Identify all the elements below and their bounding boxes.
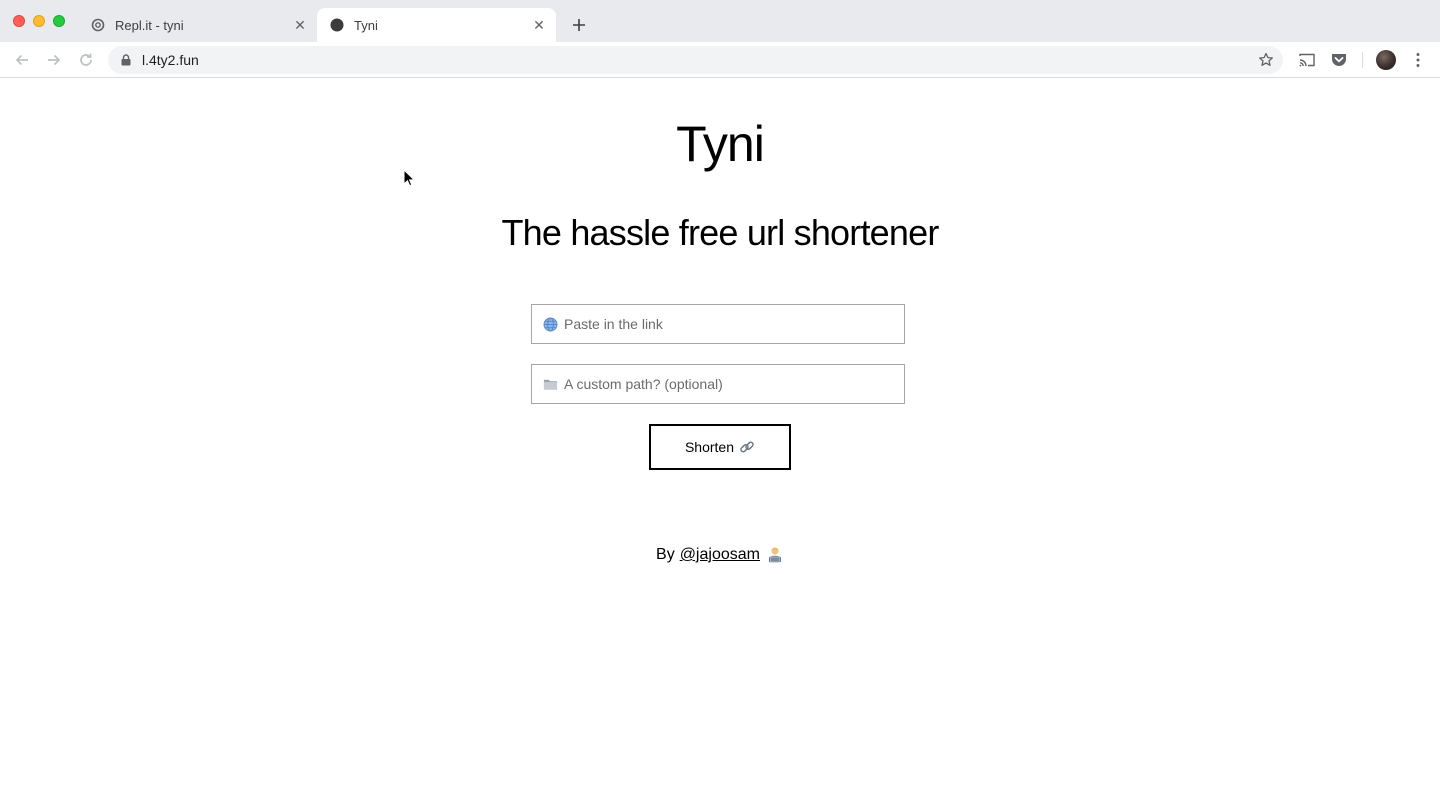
technologist-icon: [766, 546, 784, 564]
tab-strip: Repl.it - tyni ✕ Tyni ✕: [0, 0, 1440, 42]
minimize-window-button[interactable]: [33, 15, 45, 27]
replit-icon: [90, 17, 106, 33]
shorten-button[interactable]: Shorten: [649, 424, 791, 470]
forward-arrow-icon[interactable]: [42, 48, 66, 72]
custom-path-input[interactable]: A custom path? (optional): [531, 364, 905, 404]
page-title: Tyni: [676, 116, 765, 172]
byline-prefix: By: [656, 546, 675, 563]
toolbar-divider: [1362, 52, 1363, 68]
browser-toolbar: l.4ty2.fun: [0, 42, 1440, 78]
maximize-window-button[interactable]: [53, 15, 65, 27]
shorten-button-label: Shorten: [684, 439, 735, 455]
folder-icon: [543, 376, 559, 392]
link-input-placeholder: Paste in the link: [564, 316, 663, 332]
page-content: Tyni The hassle free url shortener Paste…: [0, 79, 1440, 803]
pocket-icon[interactable]: [1329, 50, 1349, 70]
close-window-button[interactable]: [13, 15, 25, 27]
globe-icon: [543, 316, 559, 332]
link-icon: [739, 439, 755, 455]
mouse-cursor: [403, 168, 416, 188]
cast-icon[interactable]: [1297, 50, 1317, 70]
circle-icon: [329, 17, 345, 33]
close-tab-icon[interactable]: ✕: [531, 17, 547, 33]
star-icon[interactable]: [1257, 51, 1275, 69]
address-url[interactable]: l.4ty2.fun: [142, 52, 199, 68]
tab-replit[interactable]: Repl.it - tyni ✕: [78, 8, 317, 42]
new-tab-button[interactable]: [567, 13, 591, 37]
tab-tyni[interactable]: Tyni ✕: [317, 8, 556, 42]
custom-path-placeholder: A custom path? (optional): [564, 376, 723, 392]
address-bar[interactable]: l.4ty2.fun: [108, 46, 1283, 74]
page-tagline: The hassle free url shortener: [501, 212, 939, 253]
reload-icon[interactable]: [74, 48, 98, 72]
tab-title: Tyni: [354, 17, 378, 33]
close-tab-icon[interactable]: ✕: [292, 17, 308, 33]
back-arrow-icon[interactable]: [10, 48, 34, 72]
kebab-menu-icon[interactable]: [1408, 50, 1428, 70]
lock-icon[interactable]: [121, 53, 133, 67]
tab-title: Repl.it - tyni: [115, 17, 184, 33]
link-input[interactable]: Paste in the link: [531, 304, 905, 344]
footer-byline: By @jajoosam: [0, 546, 1440, 564]
avatar[interactable]: [1376, 50, 1396, 70]
author-link[interactable]: @jajoosam: [680, 546, 760, 564]
browser-window: Repl.it - tyni ✕ Tyni ✕ l.4ty2.fun Tyni …: [0, 0, 1440, 803]
